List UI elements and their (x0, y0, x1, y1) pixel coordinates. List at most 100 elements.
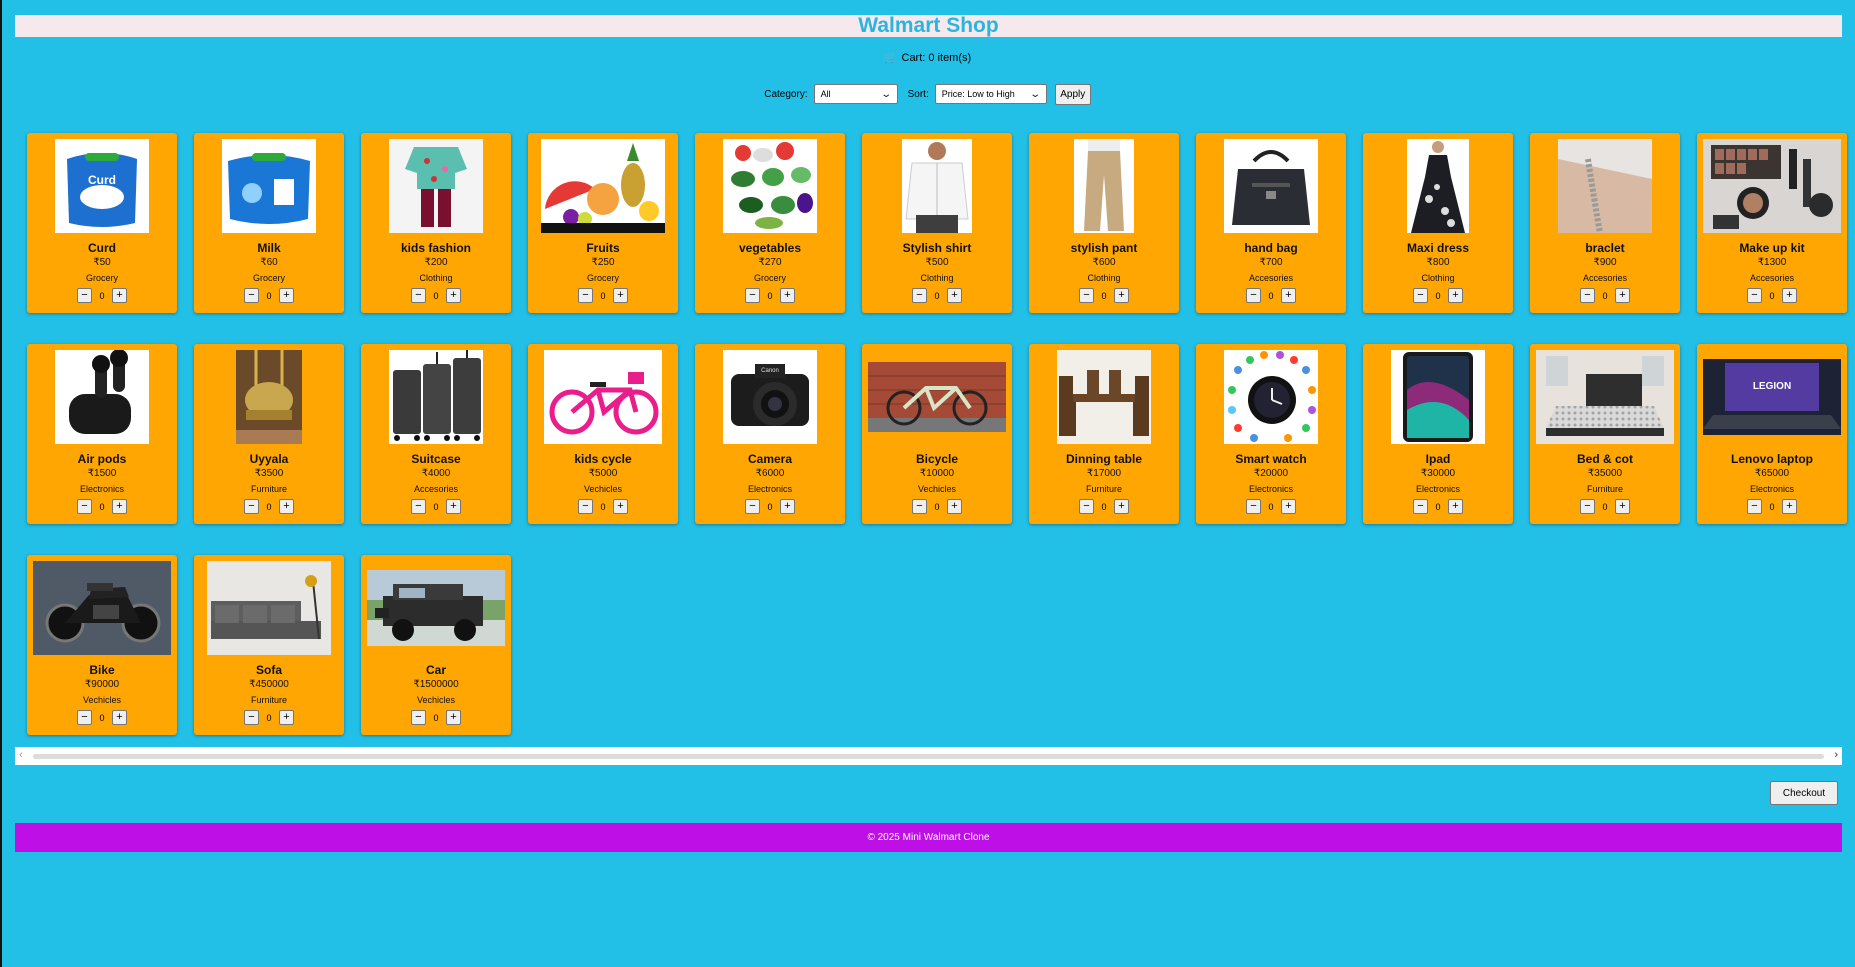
increase-button[interactable]: + (112, 288, 127, 303)
product-card: Bed & cot ₹35000 Furniture −0 + (1530, 344, 1680, 524)
product-card: Dinning table ₹17000 Furniture −0 + (1029, 344, 1179, 524)
product-name: Curd (88, 241, 116, 255)
product-price: ₹200 (424, 257, 448, 268)
quantity-stepper: −0 + (578, 499, 628, 514)
product-name: Fruits (586, 241, 620, 255)
increase-button[interactable]: + (446, 288, 461, 303)
product-price: ₹65000 (1754, 468, 1790, 479)
product-thumbnail (868, 350, 1006, 444)
increase-button[interactable]: + (613, 288, 628, 303)
checkout-button[interactable]: Checkout (1770, 781, 1838, 805)
decrease-button[interactable]: − (1079, 499, 1094, 514)
product-thumbnail (33, 561, 171, 655)
decrease-button[interactable]: − (1747, 288, 1762, 303)
product-price: ₹4000 (421, 468, 451, 479)
category-select[interactable]: All ⌄ (813, 84, 898, 104)
increase-button[interactable]: + (112, 499, 127, 514)
product-thumbnail (200, 139, 338, 233)
decrease-button[interactable]: − (77, 710, 92, 725)
milk-image (222, 139, 316, 233)
increase-button[interactable]: + (1448, 288, 1463, 303)
horizontal-scrollbar[interactable]: ‹ › (15, 747, 1842, 765)
table-image (1057, 350, 1151, 444)
increase-button[interactable]: + (947, 288, 962, 303)
product-name: Make up kit (1739, 241, 1805, 255)
dress-image (1407, 139, 1469, 233)
product-category: Accesories (1248, 273, 1293, 283)
decrease-button[interactable]: − (912, 499, 927, 514)
product-thumbnail (200, 561, 338, 655)
increase-button[interactable]: + (780, 288, 795, 303)
increase-button[interactable]: + (1281, 499, 1296, 514)
decrease-button[interactable]: − (244, 288, 259, 303)
increase-button[interactable]: + (1114, 499, 1129, 514)
ipad-image (1391, 350, 1485, 444)
decrease-button[interactable]: − (1413, 288, 1428, 303)
category-label: Category: (764, 88, 808, 100)
increase-button[interactable]: + (1114, 288, 1129, 303)
decrease-button[interactable]: − (1246, 288, 1261, 303)
product-category: Electronics (79, 484, 124, 494)
scroll-right-icon[interactable]: › (1834, 749, 1838, 761)
increase-button[interactable]: + (279, 288, 294, 303)
decrease-button[interactable]: − (411, 499, 426, 514)
decrease-button[interactable]: − (1413, 499, 1428, 514)
product-thumbnail (1536, 139, 1674, 233)
product-name: Maxi dress (1406, 241, 1470, 255)
increase-button[interactable]: + (1782, 288, 1797, 303)
decrease-button[interactable]: − (411, 288, 426, 303)
cart-status[interactable]: 🛒 Cart: 0 item(s) (0, 50, 1855, 66)
decrease-button[interactable]: − (745, 288, 760, 303)
product-card: braclet ₹900 Accesories −0 + (1530, 133, 1680, 313)
increase-button[interactable]: + (446, 499, 461, 514)
product-card: Suitcase ₹4000 Accesories −0 + (361, 344, 511, 524)
apply-button[interactable]: Apply (1054, 83, 1091, 105)
scroll-left-icon[interactable]: ‹ (19, 749, 23, 761)
product-category: Vechicles (583, 484, 623, 494)
quantity-stepper: −0 + (1580, 288, 1630, 303)
decrease-button[interactable]: − (745, 499, 760, 514)
increase-button[interactable]: + (780, 499, 795, 514)
product-card: Milk ₹60 Grocery −0 + (194, 133, 344, 313)
product-card: Air pods ₹1500 Electronics −0 + (27, 344, 177, 524)
decrease-button[interactable]: − (1079, 288, 1094, 303)
product-category: Electronics (1749, 484, 1794, 494)
product-thumbnail (868, 139, 1006, 233)
decrease-button[interactable]: − (244, 710, 259, 725)
quantity-stepper: −0 + (912, 288, 962, 303)
increase-button[interactable]: + (613, 499, 628, 514)
decrease-button[interactable]: − (1580, 499, 1595, 514)
product-category: Electronics (747, 484, 792, 494)
decrease-button[interactable]: − (244, 499, 259, 514)
decrease-button[interactable]: − (578, 499, 593, 514)
increase-button[interactable]: + (1782, 499, 1797, 514)
quantity-stepper: −0 + (77, 288, 127, 303)
footer: © 2025 Mini Walmart Clone (15, 823, 1842, 852)
product-price: ₹700 (1259, 257, 1283, 268)
decrease-button[interactable]: − (77, 288, 92, 303)
increase-button[interactable]: + (1615, 499, 1630, 514)
product-name: hand bag (1244, 241, 1298, 255)
decrease-button[interactable]: − (578, 288, 593, 303)
sort-select[interactable]: Price: Low to High ⌄ (934, 84, 1047, 104)
decrease-button[interactable]: − (77, 499, 92, 514)
increase-button[interactable]: + (446, 710, 461, 725)
increase-button[interactable]: + (1615, 288, 1630, 303)
decrease-button[interactable]: − (1747, 499, 1762, 514)
increase-button[interactable]: + (279, 710, 294, 725)
decrease-button[interactable]: − (1580, 288, 1595, 303)
product-category: Electronics (1248, 484, 1293, 494)
scrollbar-thumb[interactable] (33, 754, 1824, 759)
quantity-stepper: −0 + (1413, 499, 1463, 514)
decrease-button[interactable]: − (912, 288, 927, 303)
decrease-button[interactable]: − (411, 710, 426, 725)
increase-button[interactable]: + (1281, 288, 1296, 303)
decrease-button[interactable]: − (1246, 499, 1261, 514)
increase-button[interactable]: + (112, 710, 127, 725)
increase-button[interactable]: + (947, 499, 962, 514)
increase-button[interactable]: + (1448, 499, 1463, 514)
product-category: Accesories (1749, 273, 1794, 283)
increase-button[interactable]: + (279, 499, 294, 514)
product-price: ₹5000 (588, 468, 618, 479)
vegetables-image (723, 139, 817, 233)
